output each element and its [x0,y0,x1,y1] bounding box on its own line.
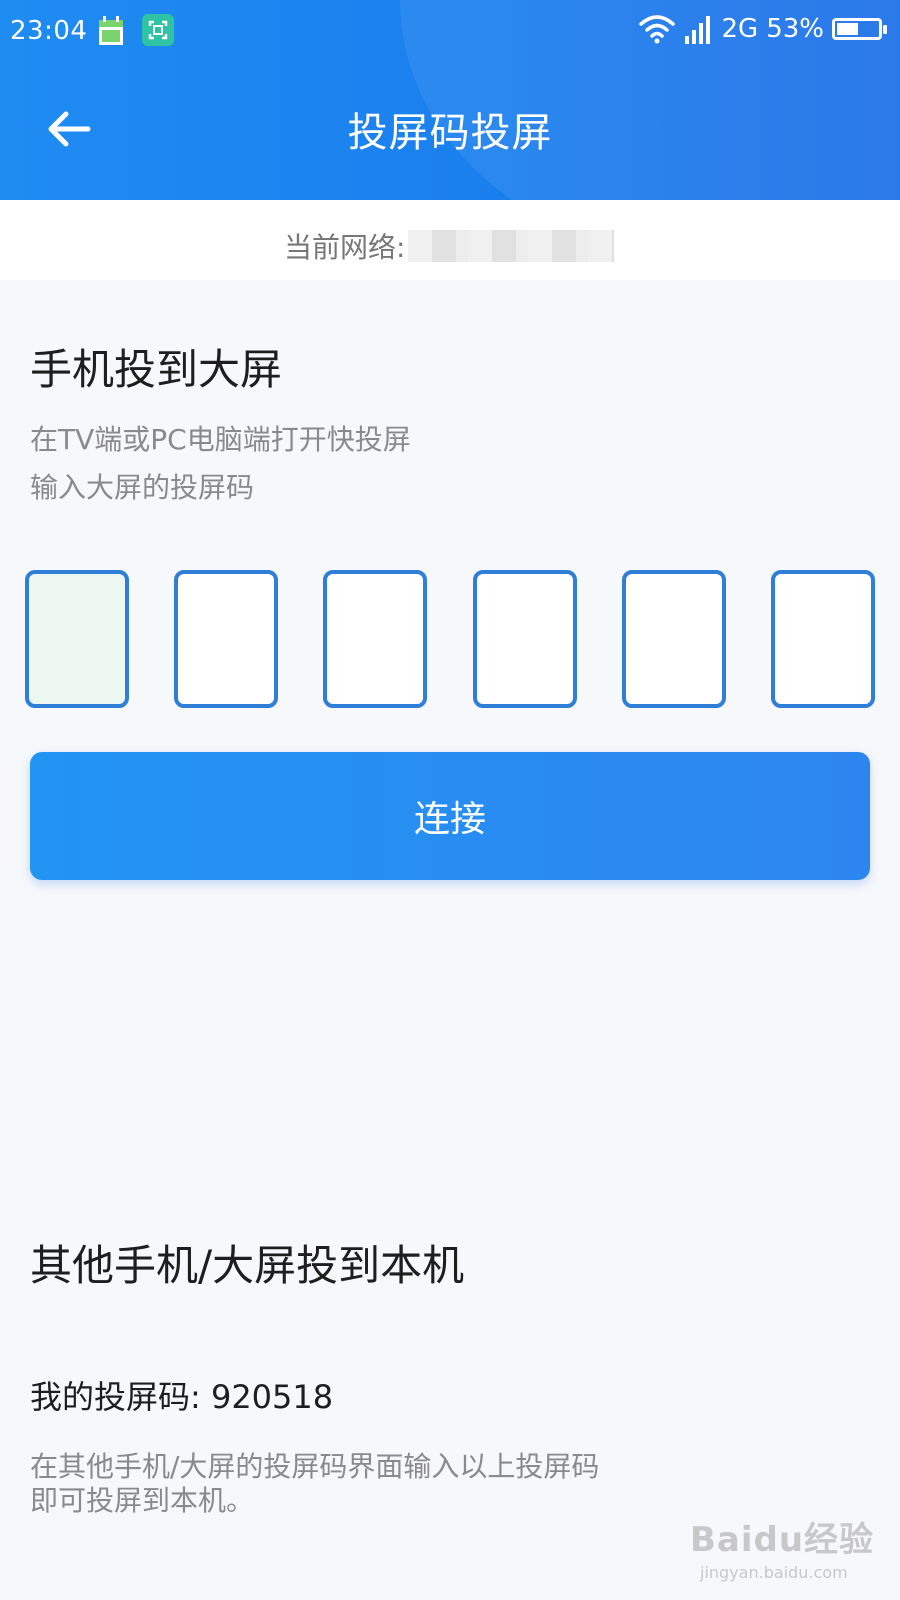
cast-instruction-line2: 输入大屏的投屏码 [30,471,255,504]
code-input-box-5[interactable] [621,570,726,708]
code-input-box-3[interactable] [323,570,428,708]
battery-percent: 53% [766,14,824,44]
baidu-watermark: Baidu经验 jingyan.baidu.com [690,1512,874,1582]
code-input-box-6[interactable] [770,570,875,708]
battery-fill [837,23,859,35]
signal-icon [684,16,710,44]
section-title-cast-to-me: 其他手机/大屏投到本机 [30,1241,465,1290]
connect-button[interactable]: 连接 [30,752,870,880]
wifi-icon [638,15,675,44]
status-bar: 23:04 2G 53% [0,0,900,64]
network-type: 2G [721,14,759,44]
watermark-url: jingyan.baidu.com [700,1563,848,1582]
app-header: 23:04 2G 53% 投屏码投屏 [0,0,900,200]
receive-instruction-line2: 即可投屏到本机。 [30,1484,255,1517]
code-input-box-2[interactable] [174,570,279,708]
calendar-icon [99,16,123,45]
network-name-redacted [408,230,614,262]
status-time: 23:04 [10,16,88,46]
cast-instruction-line1: 在TV端或PC电脑端打开快投屏 [30,423,411,456]
screenshot-icon [142,14,174,46]
my-cast-code: 我的投屏码: 920518 [30,1378,334,1416]
code-input-box-4[interactable] [472,570,577,708]
code-input-box-1[interactable] [25,570,129,708]
code-input-group [25,570,875,712]
receive-instructions: 在其他手机/大屏的投屏码界面输入以上投屏码 即可投屏到本机。 [30,1450,599,1518]
section-title-cast-to-screen: 手机投到大屏 [30,345,283,394]
network-bar: 当前网络: [0,200,900,280]
watermark-brand: Baidu经验 [690,1520,875,1560]
page-title: 投屏码投屏 [347,110,553,156]
network-label: 当前网络: [284,231,406,264]
battery-icon [832,18,887,40]
receive-instruction-line1: 在其他手机/大屏的投屏码界面输入以上投屏码 [30,1450,600,1483]
cast-instructions: 在TV端或PC电脑端打开快投屏 输入大屏的投屏码 [30,416,411,512]
